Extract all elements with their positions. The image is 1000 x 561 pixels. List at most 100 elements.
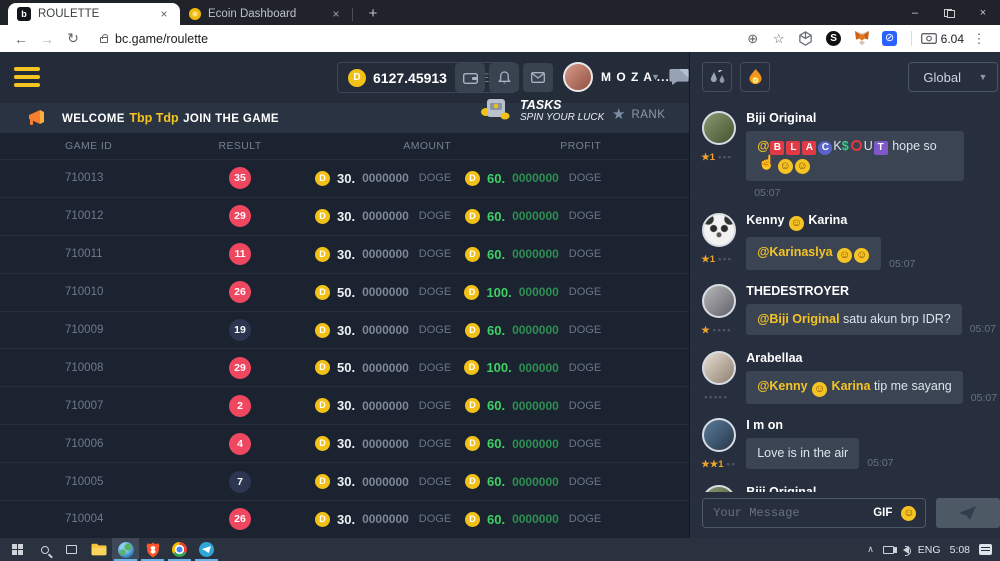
table-row[interactable]: 71000829D50.0000000DOGED100.000000DOGE (0, 348, 689, 386)
avatar[interactable] (702, 284, 736, 318)
brave-browser-button[interactable] (139, 538, 166, 561)
chat-message-list[interactable]: ★1•••Biji Original@BLACK$UT hope so ☝☺☺0… (690, 103, 1000, 492)
file-explorer-button[interactable] (85, 538, 112, 561)
table-row[interactable]: 7100072D30.0000000DOGED60.0000000DOGE (0, 386, 689, 424)
currency-label: DOGE (569, 286, 601, 298)
extension-s-icon[interactable]: S (825, 30, 843, 48)
table-row[interactable]: 71001229D30.0000000DOGED60.0000000DOGE (0, 197, 689, 235)
tab-close-icon[interactable]: × (329, 7, 343, 21)
avatar[interactable] (702, 351, 736, 385)
network-icon[interactable] (883, 546, 894, 554)
table-row[interactable]: 71000426D30.0000000DOGED60.0000000DOGE (0, 500, 689, 538)
action-center-icon[interactable] (979, 544, 992, 555)
amount-cell: D30.0000000DOGE (315, 398, 451, 413)
hamburger-menu-icon[interactable] (14, 67, 40, 91)
avatar[interactable] (702, 418, 736, 452)
table-row[interactable]: 7100064D30.0000000DOGED60.0000000DOGE (0, 424, 689, 462)
table-row[interactable]: 71001335D30.0000000DOGED60.0000000DOGE (0, 159, 689, 197)
letter-chip: A (802, 141, 816, 155)
chat-username[interactable]: Kenny ☺ Karina (746, 213, 998, 231)
bcgame-favicon: b (17, 7, 31, 21)
tab-roulette[interactable]: b ROULETTE × (8, 3, 180, 25)
new-tab-button[interactable]: + (363, 5, 383, 22)
chat-channel-select[interactable]: Global ▼ (908, 62, 998, 92)
result-badge: 29 (229, 205, 251, 227)
chat-username[interactable]: THEDESTROYER (746, 284, 998, 298)
bookmark-star-icon[interactable]: ☆ (768, 31, 790, 47)
taskbar-search-button[interactable] (31, 538, 58, 561)
avatar[interactable] (702, 485, 736, 492)
value-decimals: 0000000 (512, 209, 559, 223)
back-icon[interactable]: ← (10, 31, 32, 47)
active-app-globe-button[interactable] (112, 538, 139, 561)
chat-username[interactable]: I m on (746, 418, 998, 432)
message-bubble[interactable]: @Biji Original satu akun brp IDR? (746, 304, 962, 335)
metamask-fox-icon[interactable] (853, 30, 871, 48)
chevron-down-icon[interactable]: ▼ (651, 72, 660, 82)
extension-zero-icon[interactable]: ⊘ (881, 30, 899, 48)
tab-close-icon[interactable]: × (157, 7, 171, 21)
task-view-button[interactable] (58, 538, 85, 561)
forward-icon[interactable]: → (36, 31, 58, 47)
window-close-button[interactable]: × (966, 0, 1000, 25)
language-indicator[interactable]: ENG (918, 544, 941, 556)
telegram-button[interactable] (193, 538, 220, 561)
chat-username[interactable]: Biji Original (746, 111, 998, 125)
tasks-widget[interactable]: TASKS SPIN YOUR LUCK (478, 95, 604, 125)
message-bubble[interactable]: @Karinaslya ☺☺ (746, 237, 881, 270)
message-bubble[interactable]: @Kenny ☺ Karina tip me sayang (746, 371, 963, 404)
tab-ecoin-dashboard[interactable]: Ecoin Dashboard × (180, 3, 352, 25)
rank-widget[interactable]: ★ RANK (612, 107, 665, 122)
chat-toggle-button[interactable] (666, 64, 692, 90)
address-bar[interactable]: bc.game/roulette (100, 32, 738, 46)
chat-bubble-icon (669, 68, 689, 86)
browser-menu-icon[interactable]: ⋮ (968, 31, 990, 47)
coin-drop-fire-button[interactable]: D (740, 62, 770, 92)
messages-button[interactable] (523, 63, 553, 92)
tray-expand-icon[interactable]: ∧ (867, 544, 874, 555)
game-id: 710007 (65, 400, 165, 412)
table-row[interactable]: 7100057D30.0000000DOGED60.0000000DOGE (0, 462, 689, 500)
chat-input-container[interactable]: GIF ☺ (702, 498, 926, 528)
bell-icon (498, 71, 511, 85)
message-text: hope so (889, 139, 937, 153)
chrome-button[interactable] (166, 538, 193, 561)
avatar[interactable] (702, 111, 736, 145)
message-bubble[interactable]: Love is in the air (746, 438, 859, 469)
price-ticker-extension[interactable]: 6.04 (921, 32, 964, 46)
coin-rain-button[interactable] (702, 62, 732, 92)
chat-username[interactable]: Biji Original (746, 485, 998, 492)
speaker-icon[interactable] (903, 546, 909, 554)
notifications-button[interactable] (489, 63, 519, 92)
result-cell: 19 (165, 319, 315, 341)
search-icon (41, 546, 49, 554)
table-row[interactable]: 71001111D30.0000000DOGED60.0000000DOGE (0, 235, 689, 273)
message-bubble[interactable]: @BLACK$UT hope so ☝☺☺ (746, 131, 964, 181)
window-maximize-button[interactable] (932, 0, 966, 25)
send-message-button[interactable] (936, 498, 1000, 528)
avatar[interactable] (702, 213, 736, 247)
value-integer: 100. (486, 285, 511, 300)
result-cell: 2 (165, 395, 315, 417)
chat-message-input[interactable] (713, 506, 865, 520)
refresh-icon[interactable]: ↻ (62, 30, 84, 47)
window-minimize-button[interactable]: – (898, 0, 932, 25)
col-profit: PROFIT (451, 140, 601, 152)
profit-cell: D60.0000000DOGE (451, 209, 601, 224)
user-avatar[interactable] (563, 62, 593, 92)
extension-cube-icon[interactable] (797, 30, 815, 48)
chat-username[interactable]: Arabellaa (746, 351, 998, 365)
table-row[interactable]: 71000919D30.0000000DOGED60.0000000DOGE (0, 311, 689, 349)
clock[interactable]: 5:08 (950, 544, 970, 556)
gif-button[interactable]: GIF (873, 507, 892, 519)
share-icon[interactable]: ⊕ (742, 31, 764, 47)
joy-emoji: ☺ (778, 159, 793, 174)
profit-cell: D100.000000DOGE (451, 360, 601, 375)
emoji-picker-icon[interactable]: ☺ (901, 506, 916, 521)
url-text[interactable]: bc.game/roulette (115, 32, 208, 46)
start-button[interactable] (4, 538, 31, 561)
raised-hand-emoji: ☝ (758, 155, 775, 170)
wallet-button[interactable] (455, 63, 485, 92)
table-row[interactable]: 71001026D50.0000000DOGED100.000000DOGE (0, 273, 689, 311)
chat-message: ★1•••Biji Original@BLACK$UT hope so ☝☺☺0… (690, 103, 1000, 205)
